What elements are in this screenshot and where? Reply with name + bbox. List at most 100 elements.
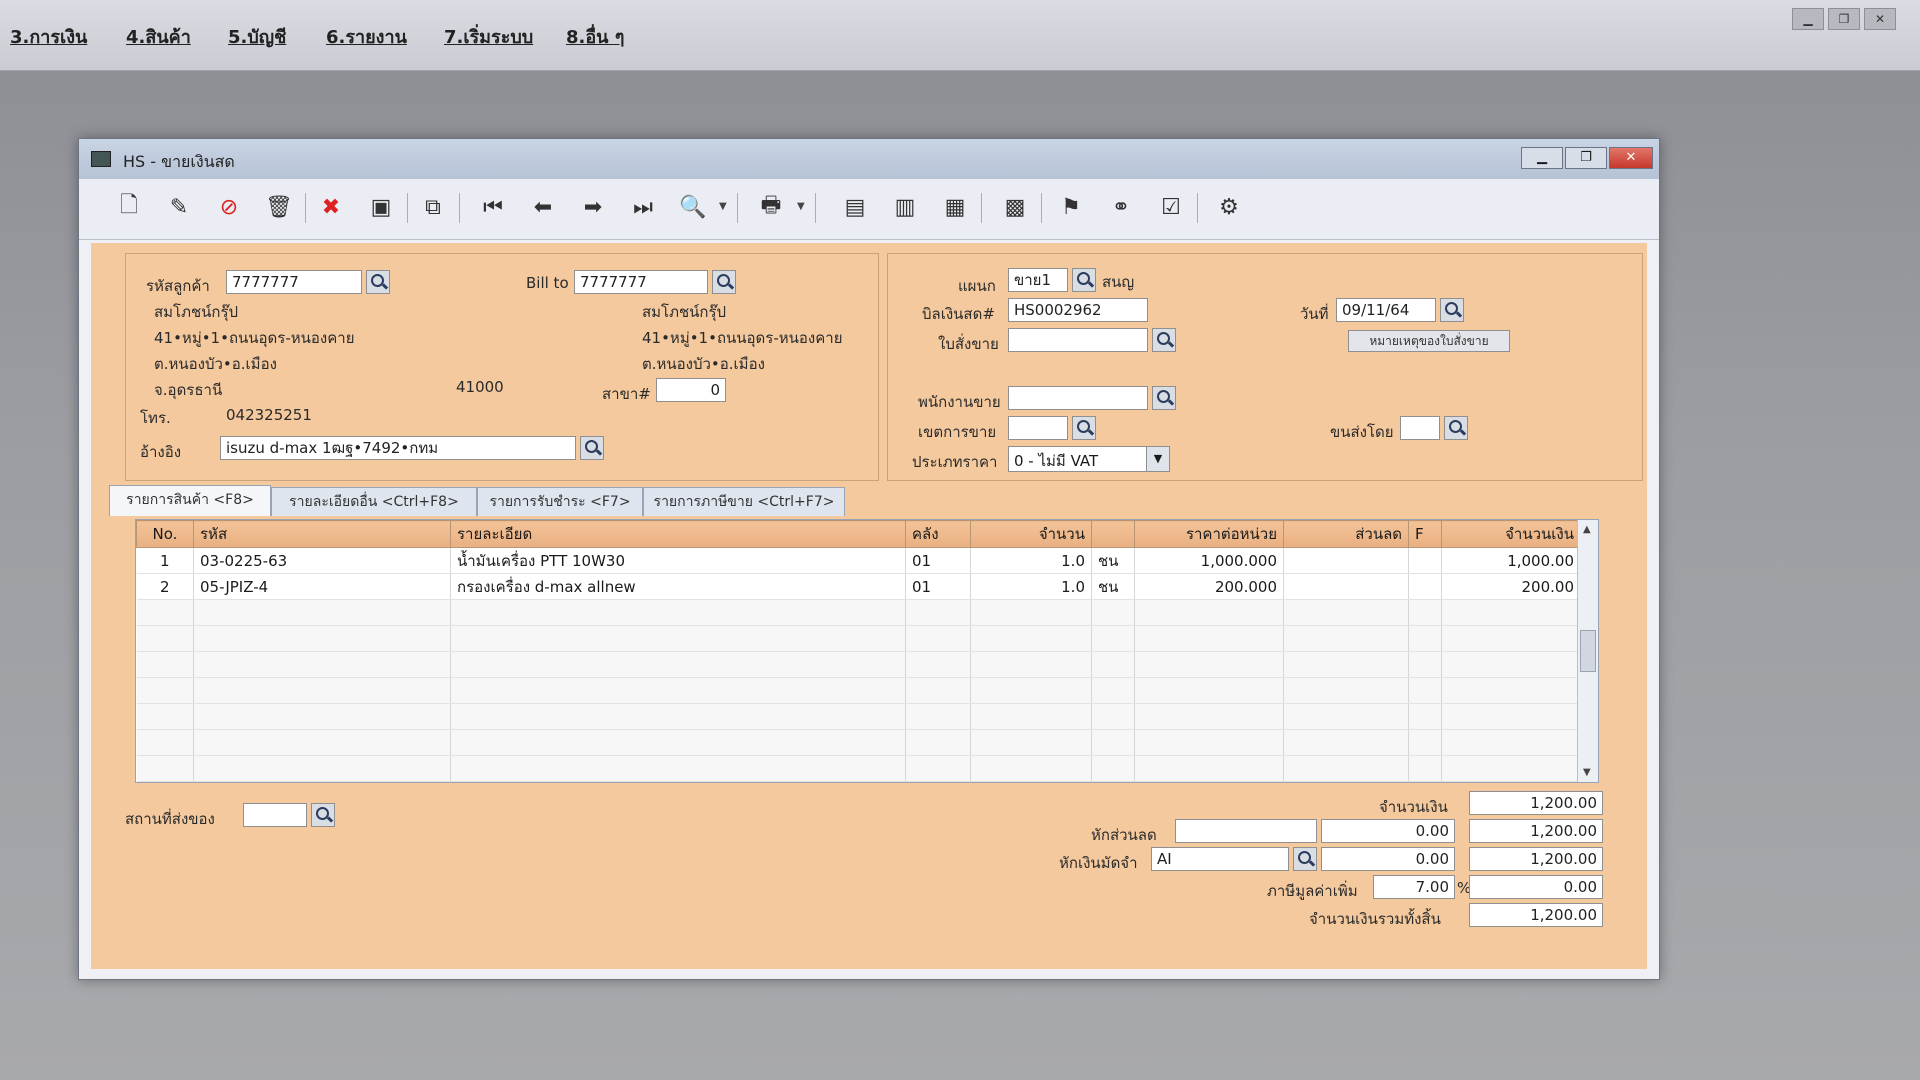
table-row[interactable]: 2 05-JPIZ-4 กรองเครื่อง d-max allnew 01 … xyxy=(136,573,1581,600)
menu-finance[interactable]: 3.การเงิน xyxy=(10,22,87,51)
app-window-controls: ▁ ❐ ✕ xyxy=(1792,8,1896,30)
app-close-button[interactable]: ✕ xyxy=(1864,8,1896,30)
new-document-icon[interactable]: 🗋 xyxy=(113,191,145,223)
dept-search-icon[interactable] xyxy=(1072,268,1096,292)
print-icon[interactable]: 🖶 xyxy=(755,191,787,223)
scroll-down-icon[interactable]: ▼ xyxy=(1583,767,1591,778)
previous-record-icon[interactable]: ⬅ xyxy=(527,191,559,223)
menu-products[interactable]: 4.สินค้า xyxy=(126,22,191,51)
sales-area-search-icon[interactable] xyxy=(1072,416,1096,440)
branch-input[interactable] xyxy=(656,378,726,402)
date-input[interactable] xyxy=(1336,298,1436,322)
approve-ok-icon[interactable]: ⚑ xyxy=(1055,191,1087,223)
find-document-icon[interactable]: 🔍 xyxy=(677,191,709,223)
shipping-input[interactable] xyxy=(1400,416,1440,440)
app-restore-button[interactable]: ❐ xyxy=(1828,8,1860,30)
maximize-button[interactable]: ❐ xyxy=(1565,147,1607,169)
void-icon[interactable]: ⊘ xyxy=(213,191,245,223)
scroll-up-icon[interactable]: ▲ xyxy=(1583,524,1591,535)
empty-row[interactable] xyxy=(136,625,1581,652)
delivery-place-input[interactable] xyxy=(243,803,307,827)
table-row[interactable]: 1 03-0225-63 น้ำมันเครื่อง PTT 10W30 01 … xyxy=(136,547,1581,574)
col-unit-price[interactable]: ราคาต่อหน่วย xyxy=(1134,520,1284,548)
link-icon[interactable]: ⚭ xyxy=(1105,191,1137,223)
sales-area-input[interactable] xyxy=(1008,416,1068,440)
empty-row[interactable] xyxy=(136,755,1581,782)
customer-search-icon[interactable] xyxy=(366,270,390,294)
find-dropdown-icon[interactable]: ▼ xyxy=(719,201,727,212)
tab-payments[interactable]: รายการรับชำระ <F7> xyxy=(477,487,643,516)
empty-row[interactable] xyxy=(136,703,1581,730)
cell-no: 2 xyxy=(136,573,194,600)
bill-number-input[interactable] xyxy=(1008,298,1148,322)
sales-order-note-button[interactable]: หมายเหตุของใบสั่งขาย xyxy=(1348,330,1510,352)
menu-other[interactable]: 8.อื่น ๆ xyxy=(566,22,624,51)
deposit-search-icon[interactable] xyxy=(1293,847,1317,871)
billto-search-icon[interactable] xyxy=(712,270,736,294)
toolbar-separator xyxy=(305,193,306,223)
customer-code-input[interactable] xyxy=(226,270,362,294)
col-warehouse[interactable]: คลัง xyxy=(905,520,971,548)
reference-input[interactable] xyxy=(220,436,576,460)
copy-document-icon[interactable]: ⧉ xyxy=(417,191,449,223)
window-title: HS - ขายเงินสด xyxy=(123,152,235,171)
tab-other-details[interactable]: รายละเอียดอื่น <Ctrl+F8> xyxy=(271,487,477,516)
col-flag[interactable]: F xyxy=(1408,520,1442,548)
delete-trash-icon[interactable]: 🗑 xyxy=(263,191,295,223)
app-minimize-button[interactable]: ▁ xyxy=(1792,8,1824,30)
delivery-place-search-icon[interactable] xyxy=(311,803,335,827)
grid-scrollbar[interactable]: ▲ ▼ xyxy=(1577,520,1598,782)
settings-icon[interactable]: ⚙ xyxy=(1213,191,1245,223)
cancel-icon[interactable]: ✖ xyxy=(315,191,347,223)
col-quantity[interactable]: จำนวน xyxy=(970,520,1092,548)
sales-order-input[interactable] xyxy=(1008,328,1148,352)
dept-input[interactable] xyxy=(1008,268,1068,292)
menu-accounts[interactable]: 5.บัญชี xyxy=(228,22,286,51)
next-record-icon[interactable]: ➡ xyxy=(577,191,609,223)
discount-text-input[interactable] xyxy=(1175,819,1317,843)
tab-sales-tax[interactable]: รายการภาษีขาย <Ctrl+F7> xyxy=(643,487,845,516)
col-discount[interactable]: ส่วนลด xyxy=(1283,520,1409,548)
confirm-ok-icon[interactable]: ☑ xyxy=(1155,191,1187,223)
discount-label: หักส่วนลด xyxy=(1091,826,1157,844)
calculator-icon[interactable]: ▦ xyxy=(939,191,971,223)
print-dropdown-icon[interactable]: ▼ xyxy=(797,201,805,212)
empty-row[interactable] xyxy=(136,677,1581,704)
reference-search-icon[interactable] xyxy=(580,436,604,460)
cell-flag xyxy=(1408,547,1442,574)
menu-reports[interactable]: 6.รายงาน xyxy=(326,22,407,51)
minimize-button[interactable]: ▁ xyxy=(1521,147,1563,169)
date-picker-icon[interactable] xyxy=(1440,298,1464,322)
scroll-thumb[interactable] xyxy=(1580,630,1596,672)
chevron-down-icon[interactable]: ▼ xyxy=(1146,447,1169,471)
first-record-icon[interactable]: ⏮ xyxy=(477,191,509,223)
col-description[interactable]: รายละเอียด xyxy=(450,520,906,548)
customer-address-line2: ต.หนองบัว•อ.เมือง xyxy=(154,355,277,373)
empty-row[interactable] xyxy=(136,651,1581,678)
menu-setup[interactable]: 7.เริ่มระบบ xyxy=(444,22,533,51)
empty-row[interactable] xyxy=(136,599,1581,626)
last-record-icon[interactable]: ⏭ xyxy=(627,191,659,223)
col-no[interactable]: No. xyxy=(136,520,194,548)
empty-row[interactable] xyxy=(136,729,1581,756)
price-type-select[interactable]: 0 - ไม่มี VAT ▼ xyxy=(1008,446,1170,472)
salesman-input[interactable] xyxy=(1008,386,1148,410)
vat-label: ภาษีมูลค่าเพิ่ม xyxy=(1267,882,1358,900)
report-list-icon[interactable]: ▥ xyxy=(889,191,921,223)
billto-code-input[interactable] xyxy=(574,270,708,294)
calendar-icon[interactable]: ▩ xyxy=(999,191,1031,223)
report-chart-icon[interactable]: ▤ xyxy=(839,191,871,223)
vat-rate-input[interactable] xyxy=(1373,875,1455,899)
shipping-search-icon[interactable] xyxy=(1444,416,1468,440)
col-amount[interactable]: จำนวนเงิน xyxy=(1441,520,1581,548)
sales-order-search-icon[interactable] xyxy=(1152,328,1176,352)
deposit-text-input[interactable] xyxy=(1151,847,1289,871)
salesman-search-icon[interactable] xyxy=(1152,386,1176,410)
edit-document-icon[interactable]: ✎ xyxy=(163,191,195,223)
col-unit[interactable] xyxy=(1091,520,1135,548)
close-button[interactable]: ✕ xyxy=(1609,147,1653,169)
customer-tel: 042325251 xyxy=(226,406,312,424)
tab-items[interactable]: รายการสินค้า <F8> xyxy=(109,485,271,516)
save-icon[interactable]: ▣ xyxy=(365,191,397,223)
col-code[interactable]: รหัส xyxy=(193,520,451,548)
